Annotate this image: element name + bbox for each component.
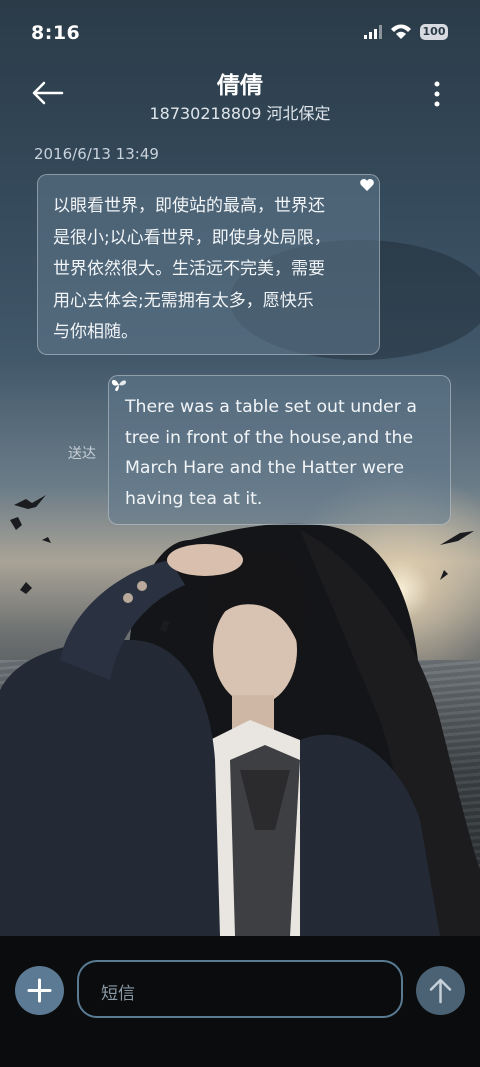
incoming-message-text: 以眼看世界，即使站的最高，世界还 是很小;以心看世界，即使身处局限， 世界依然很… bbox=[53, 191, 365, 349]
battery-icon: 100 bbox=[420, 24, 448, 40]
message-timestamp: 2016/6/13 13:49 bbox=[34, 145, 159, 163]
wifi-icon bbox=[391, 24, 411, 39]
status-bar: 8:16 100 bbox=[0, 0, 480, 66]
more-vertical-icon[interactable] bbox=[432, 80, 442, 108]
incoming-message-bubble[interactable]: 以眼看世界，即使站的最高，世界还 是很小;以心看世界，即使身处局限， 世界依然很… bbox=[37, 174, 380, 355]
plus-icon bbox=[27, 978, 52, 1003]
message-line: 世界依然很大。生活远不完美，需要 bbox=[53, 259, 325, 279]
status-icons: 100 bbox=[364, 24, 448, 40]
message-input-placeholder: 短信 bbox=[101, 984, 135, 1004]
conversation-header: 倩倩 18730218809 河北保定 bbox=[0, 66, 480, 136]
message-line: tree in front of the house,and the bbox=[125, 427, 414, 448]
arrow-up-icon bbox=[429, 978, 452, 1004]
message-line: having tea at it. bbox=[125, 488, 263, 509]
status-time: 8:16 bbox=[31, 22, 81, 44]
message-line: 与你相随。 bbox=[53, 322, 138, 342]
send-button[interactable] bbox=[416, 966, 465, 1015]
message-line: 用心去体会;无需拥有太多，愿快乐 bbox=[53, 290, 314, 311]
outgoing-message-bubble[interactable]: There was a table set out under a tree i… bbox=[108, 375, 451, 525]
delivery-status: 送达 bbox=[68, 446, 96, 462]
signal-icon bbox=[364, 25, 382, 39]
message-line: 是很小;以心看世界，即使身处局限， bbox=[53, 227, 331, 248]
contact-name: 倩倩 bbox=[217, 73, 263, 99]
message-line: 以眼看世界，即使站的最高，世界还 bbox=[53, 196, 325, 216]
add-attachment-button[interactable] bbox=[15, 966, 64, 1015]
heart-icon bbox=[360, 179, 374, 191]
message-line: March Hare and the Hatter were bbox=[125, 458, 404, 478]
message-input[interactable]: 短信 bbox=[77, 960, 403, 1018]
outgoing-message-text: There was a table set out under a tree i… bbox=[125, 392, 438, 514]
butterfly-icon bbox=[111, 379, 126, 392]
message-line: There was a table set out under a bbox=[125, 397, 417, 417]
contact-subtitle: 18730218809 河北保定 bbox=[149, 104, 331, 123]
